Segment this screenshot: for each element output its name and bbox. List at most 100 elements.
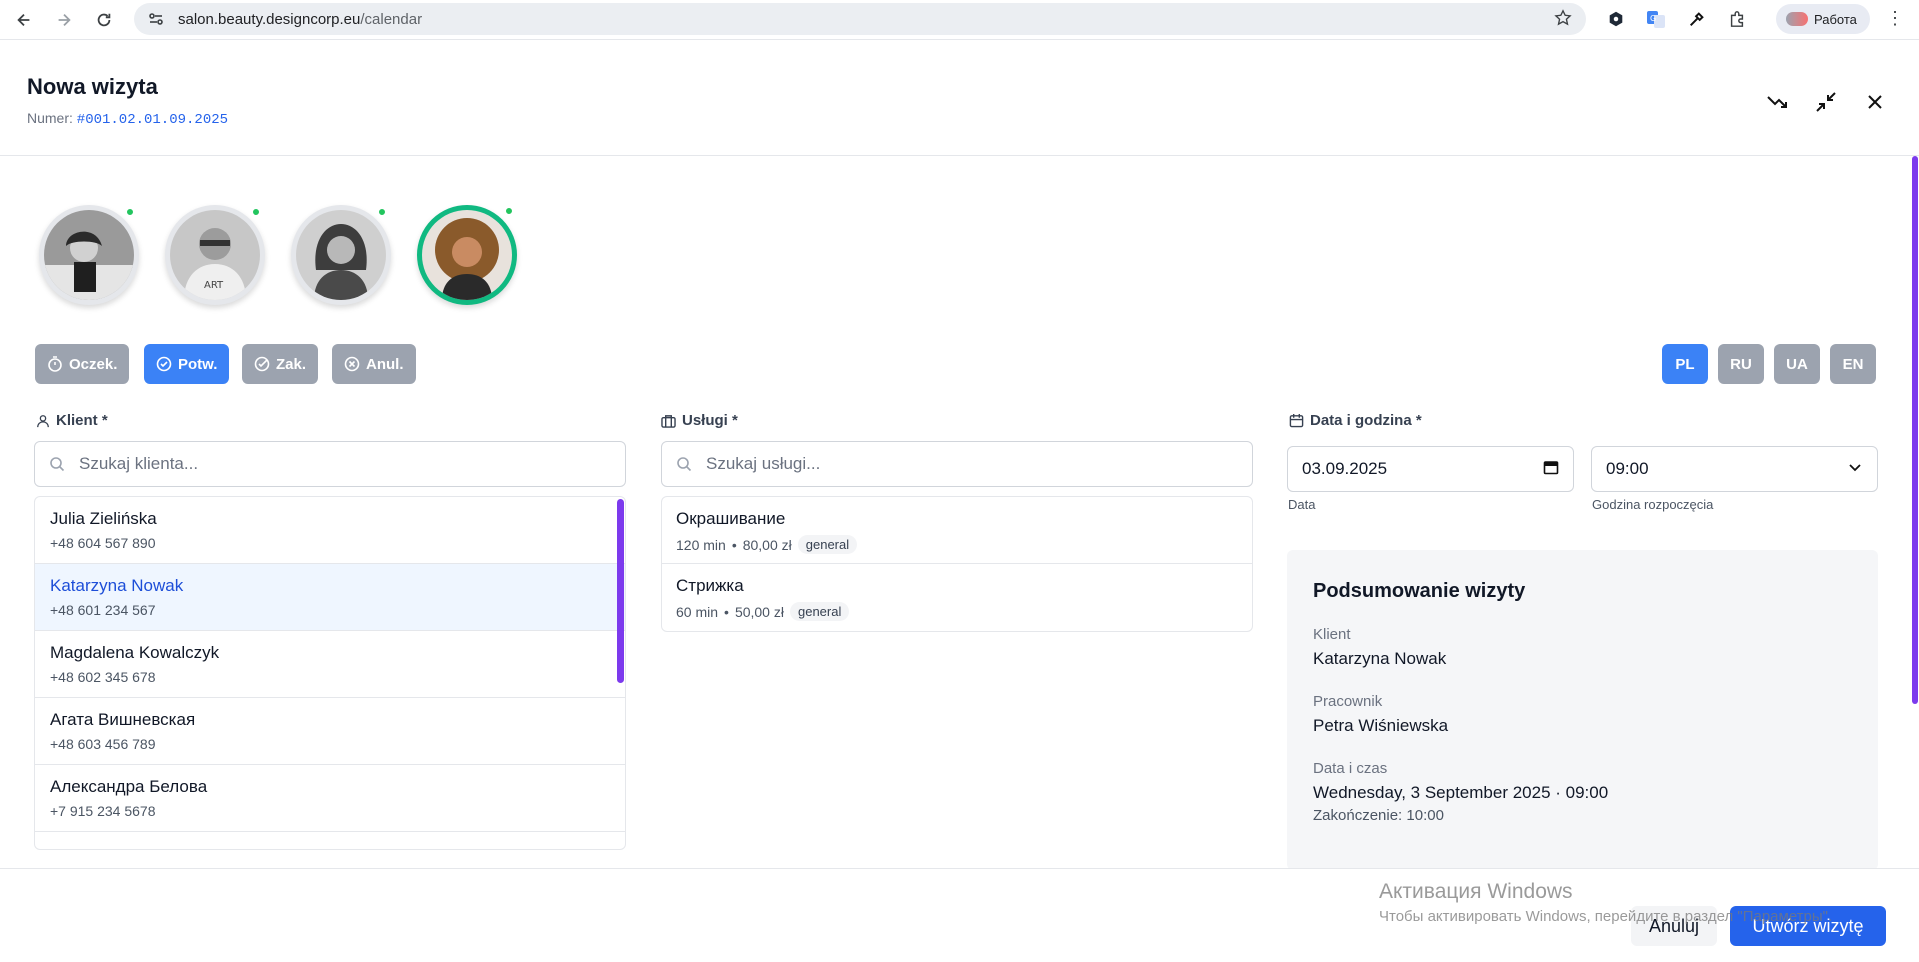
client-list-scrollbar[interactable] (617, 499, 624, 683)
check-circle-icon (156, 356, 172, 372)
time-select[interactable]: 09:00 (1591, 446, 1878, 492)
browser-toolbar: salon.beauty.designcorp.eu/calendar G Ра… (0, 0, 1919, 40)
lang-en-button[interactable]: EN (1830, 344, 1876, 384)
reload-icon[interactable] (90, 6, 118, 34)
date-input[interactable]: 03.09.2025 (1287, 446, 1574, 492)
browser-menu-icon[interactable]: ⋮ (1886, 8, 1904, 29)
service-tag: general (789, 602, 850, 621)
service-duration: 60 min (676, 603, 719, 620)
cancel-button[interactable]: Anuluj (1631, 906, 1717, 946)
back-icon[interactable] (10, 6, 38, 34)
status-pending-label: Oczek. (69, 355, 118, 373)
service-tag: general (797, 535, 858, 554)
eyedropper-icon[interactable] (1686, 8, 1708, 30)
status-completed-button[interactable]: Zak. (242, 344, 319, 384)
summary-datetime-label: Data i czas (1313, 760, 1388, 777)
profile-chip[interactable]: Работа (1776, 4, 1870, 34)
search-icon (49, 456, 65, 472)
datetime-label: Data i godzina * (1289, 412, 1422, 429)
summary-employee-label: Pracownik (1313, 693, 1383, 710)
summary-datetime-value: Wednesday, 3 September 2025 · 09:00 (1313, 783, 1609, 802)
staff-avatar-2[interactable]: ART (165, 205, 265, 305)
service-search-field[interactable] (661, 441, 1253, 487)
summary-employee-value: Petra Wiśniewska (1313, 716, 1449, 735)
client-search-input[interactable] (79, 454, 579, 474)
page-scrollbar[interactable] (1912, 156, 1918, 704)
lang-ua-button[interactable]: UA (1774, 344, 1820, 384)
lang-ru-button[interactable]: RU (1718, 344, 1764, 384)
time-value: 09:00 (1606, 459, 1649, 478)
minimize-icon[interactable] (1812, 88, 1840, 116)
services-label: Usługi * (661, 412, 738, 429)
trend-down-icon[interactable] (1763, 88, 1791, 116)
date-sub-label: Data (1288, 497, 1316, 512)
client-list: Julia Zielińska +48 604 567 890 Katarzyn… (34, 496, 626, 850)
page-title: Nowa wizyta (27, 74, 158, 99)
service-item-2[interactable]: Стрижка 60 min • 50,00 zł general (662, 564, 1252, 631)
client-item-2[interactable]: Katarzyna Nowak +48 601 234 567 (35, 564, 625, 631)
client-item-1[interactable]: Julia Zielińska +48 604 567 890 (35, 497, 625, 564)
summary-client-label: Klient (1313, 626, 1351, 643)
client-label: Klient * (36, 412, 108, 429)
avatar (44, 210, 134, 300)
create-appointment-button[interactable]: Utwórz wizytę (1730, 906, 1886, 946)
client-search-field[interactable] (34, 441, 626, 487)
bookmark-star-icon[interactable] (1554, 9, 1572, 32)
date-value: 03.09.2025 (1302, 459, 1388, 478)
calendar-picker-icon[interactable] (1543, 459, 1559, 480)
appointment-summary: Podsumowanie wizyty Klient Katarzyna Now… (1287, 550, 1878, 870)
profile-avatar-icon (1786, 12, 1808, 26)
service-price: 80,00 zł (742, 536, 792, 553)
status-confirmed-button[interactable]: Potw. (144, 344, 230, 384)
staff-avatar-3[interactable] (291, 205, 391, 305)
time-sub-label: Godzina rozpoczęcia (1592, 497, 1714, 512)
status-cancelled-button[interactable]: Anul. (332, 344, 416, 384)
address-bar[interactable]: salon.beauty.designcorp.eu/calendar (134, 3, 1586, 35)
close-icon[interactable] (1861, 88, 1889, 116)
status-confirmed-label: Potw. (178, 355, 218, 373)
client-item-5[interactable]: Александра Белова +7 915 234 5678 (35, 765, 625, 832)
chevron-down-icon (1847, 459, 1863, 480)
search-icon (676, 456, 692, 472)
summary-title: Podsumowanie wizyty (1313, 580, 1526, 602)
service-item-1[interactable]: Окрашивание 120 min • 80,00 zł general (662, 497, 1252, 564)
forward-icon[interactable] (50, 6, 78, 34)
avatar (422, 210, 512, 300)
check-done-icon (254, 356, 270, 372)
service-list: Окрашивание 120 min • 80,00 zł general С… (661, 496, 1253, 632)
x-circle-icon (344, 356, 360, 372)
lang-pl-button[interactable]: PL (1662, 344, 1708, 384)
online-indicator (504, 206, 514, 216)
status-cancelled-label: Anul. (366, 355, 404, 373)
timer-icon (48, 356, 62, 372)
avatar: ART (170, 210, 260, 300)
extensions-puzzle-icon[interactable] (1726, 8, 1748, 30)
svg-text:ART: ART (204, 280, 224, 291)
service-duration: 120 min (676, 536, 726, 553)
online-indicator (125, 207, 135, 217)
site-settings-icon[interactable] (146, 9, 166, 29)
online-indicator (377, 207, 387, 217)
briefcase-icon (661, 414, 676, 428)
url-text: salon.beauty.designcorp.eu/calendar (178, 10, 423, 28)
extension-cube-icon[interactable] (1605, 8, 1627, 30)
client-item-3[interactable]: Magdalena Kowalczyk +48 602 345 678 (35, 631, 625, 698)
service-price: 50,00 zł (734, 603, 784, 620)
user-icon (37, 414, 49, 427)
modal-header: Nowa wizyta Numer: #001.02.01.09.2025 (0, 40, 1919, 156)
svg-text:G: G (1650, 14, 1656, 23)
online-indicator (251, 207, 261, 217)
staff-avatar-4[interactable] (417, 205, 517, 305)
profile-label: Работа (1814, 11, 1857, 27)
translate-icon[interactable]: G (1645, 8, 1667, 30)
staff-avatar-1[interactable] (39, 205, 139, 305)
avatar (296, 210, 386, 300)
status-completed-label: Zak. (276, 355, 307, 373)
calendar-icon (1289, 413, 1304, 428)
appointment-number: Numer: #001.02.01.09.2025 (27, 110, 229, 128)
client-item-4[interactable]: Агата Вишневская +48 603 456 789 (35, 698, 625, 765)
summary-end-time: Zakończenie: 10:00 (1313, 807, 1444, 824)
status-pending-button[interactable]: Oczek. (35, 344, 130, 384)
summary-client-value: Katarzyna Nowak (1313, 649, 1447, 668)
service-search-input[interactable] (706, 454, 1206, 474)
